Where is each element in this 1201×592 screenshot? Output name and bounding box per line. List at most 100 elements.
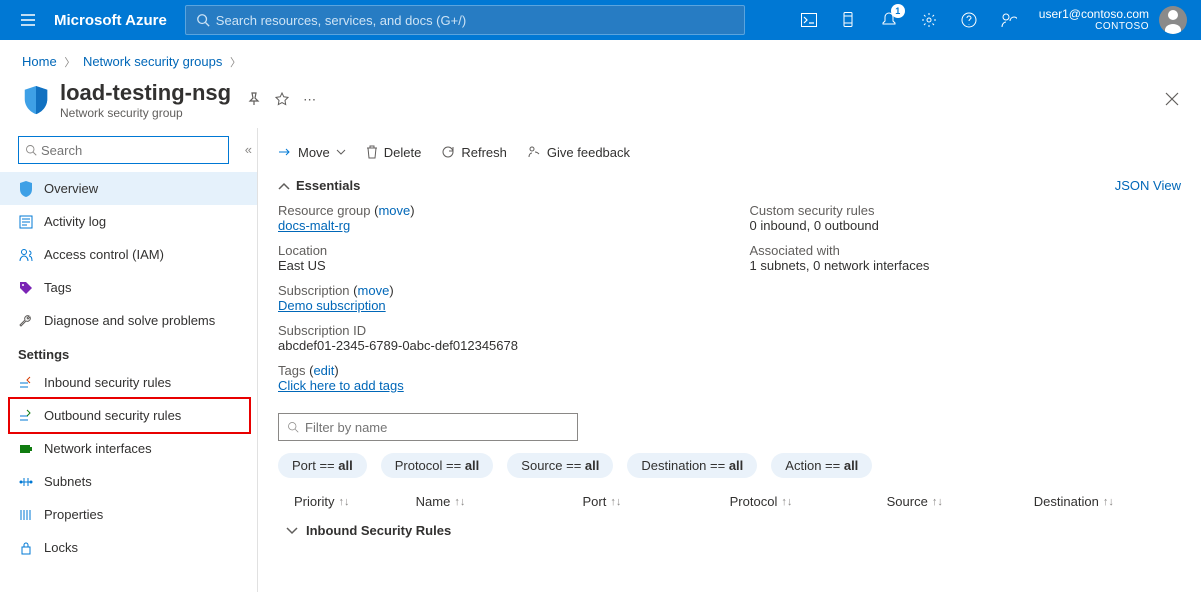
shield-icon	[22, 85, 50, 115]
rules-section-inbound[interactable]: Inbound Security Rules	[278, 523, 1181, 538]
col-protocol[interactable]: Protocol↑↓	[730, 494, 887, 509]
cloud-shell-icon[interactable]	[789, 0, 829, 40]
essentials-grid: Resource group (move) docs-malt-rg Locat…	[278, 203, 1181, 403]
more-icon[interactable]: ⋯	[303, 92, 316, 108]
table-header: Priority↑↓ Name↑↓ Port↑↓ Protocol↑↓ Sour…	[278, 494, 1181, 509]
tags-value[interactable]: Click here to add tags	[278, 378, 404, 393]
close-icon[interactable]	[1165, 90, 1179, 111]
sidebar-item-label: Access control (IAM)	[44, 247, 164, 262]
sidebar-item-label: Outbound security rules	[44, 408, 181, 423]
essentials-label: Essentials	[296, 178, 360, 193]
global-search-input[interactable]	[216, 13, 734, 28]
chevron-down-icon	[336, 149, 346, 155]
sort-icon: ↑↓	[454, 496, 465, 508]
page-title: load-testing-nsg	[60, 80, 231, 106]
brand-label[interactable]: Microsoft Azure	[54, 12, 167, 29]
settings-icon[interactable]	[909, 0, 949, 40]
properties-icon	[18, 507, 34, 523]
help-icon[interactable]	[949, 0, 989, 40]
breadcrumb: Home 〉 Network security groups 〉	[0, 40, 1201, 76]
avatar[interactable]	[1159, 6, 1187, 34]
pin-icon[interactable]	[247, 92, 261, 109]
notification-badge: 1	[891, 4, 905, 18]
subscription-id-label: Subscription ID	[278, 323, 710, 338]
pill-protocol[interactable]: Protocol == all	[381, 453, 494, 478]
pill-destination[interactable]: Destination == all	[627, 453, 757, 478]
topbar-tools: 1 user1@contoso.com CONTOSO	[789, 0, 1191, 40]
location-label: Location	[278, 243, 710, 258]
global-search[interactable]	[185, 5, 745, 35]
custom-rules-label: Custom security rules	[750, 203, 1182, 218]
sidebar-item-activity-log[interactable]: Activity log	[0, 205, 257, 238]
feedback-icon[interactable]	[989, 0, 1029, 40]
sidebar-section-settings: Settings	[0, 337, 257, 366]
sidebar-item-tags[interactable]: Tags	[0, 271, 257, 304]
feedback-button[interactable]: Give feedback	[527, 145, 630, 160]
star-icon[interactable]	[275, 92, 289, 109]
sort-icon: ↑↓	[781, 496, 792, 508]
menu-icon[interactable]	[10, 12, 46, 28]
sidebar-item-properties[interactable]: Properties	[0, 498, 257, 531]
pill-port[interactable]: Port == all	[278, 453, 367, 478]
col-port[interactable]: Port↑↓	[582, 494, 729, 509]
sidebar-item-outbound-rules[interactable]: Outbound security rules	[18, 399, 245, 432]
sidebar-search[interactable]: «	[18, 136, 229, 164]
essentials-col-right: Custom security rules 0 inbound, 0 outbo…	[750, 203, 1182, 403]
chevron-right-icon: 〉	[230, 57, 241, 69]
subnets-icon	[18, 474, 34, 490]
associated-label: Associated with	[750, 243, 1182, 258]
sidebar-item-iam[interactable]: Access control (IAM)	[0, 238, 257, 271]
directory-icon[interactable]	[829, 0, 869, 40]
page-subtitle: Network security group	[60, 106, 231, 120]
sidebar-item-inbound-rules[interactable]: Inbound security rules	[0, 366, 257, 399]
sidebar-item-subnets[interactable]: Subnets	[0, 465, 257, 498]
col-source[interactable]: Source↑↓	[887, 494, 1034, 509]
breadcrumb-nsg[interactable]: Network security groups	[83, 54, 222, 69]
col-priority[interactable]: Priority↑↓	[278, 494, 416, 509]
collapse-icon[interactable]: «	[245, 142, 252, 157]
sidebar-search-input[interactable]	[41, 143, 222, 158]
refresh-button[interactable]: Refresh	[441, 145, 507, 160]
sort-icon: ↑↓	[932, 496, 943, 508]
cmd-label: Give feedback	[547, 145, 630, 160]
highlight-outbound: Outbound security rules	[8, 397, 251, 434]
filter-input[interactable]	[305, 420, 569, 435]
chevron-down-icon	[286, 523, 298, 538]
move-button[interactable]: Move	[278, 145, 346, 160]
pill-action[interactable]: Action == all	[771, 453, 872, 478]
filter-pills: Port == all Protocol == all Source == al…	[278, 453, 1181, 478]
delete-button[interactable]: Delete	[366, 145, 422, 160]
rules-section-label: Inbound Security Rules	[306, 523, 451, 538]
col-name[interactable]: Name↑↓	[416, 494, 583, 509]
tags-edit-link[interactable]: edit	[313, 363, 334, 378]
pill-source[interactable]: Source == all	[507, 453, 613, 478]
account-block[interactable]: user1@contoso.com CONTOSO	[1029, 8, 1155, 32]
col-destination[interactable]: Destination↑↓	[1034, 494, 1181, 509]
notifications-icon[interactable]: 1	[869, 0, 909, 40]
sidebar-item-network-interfaces[interactable]: Network interfaces	[0, 432, 257, 465]
person-icon	[18, 247, 34, 263]
sidebar-item-overview[interactable]: Overview	[0, 172, 257, 205]
subscription-id-value: abcdef01-2345-6789-0abc-def012345678	[278, 338, 710, 353]
json-view-link[interactable]: JSON View	[1115, 178, 1181, 193]
nic-icon	[18, 441, 34, 457]
sidebar-item-diagnose[interactable]: Diagnose and solve problems	[0, 304, 257, 337]
subscription-value[interactable]: Demo subscription	[278, 298, 386, 313]
sidebar-item-label: Activity log	[44, 214, 106, 229]
header-actions: ⋯	[247, 92, 316, 109]
search-icon	[287, 421, 299, 433]
chevron-up-icon[interactable]	[278, 178, 290, 193]
sidebar-item-locks[interactable]: Locks	[0, 531, 257, 564]
resource-group-move-link[interactable]: move	[378, 203, 410, 218]
subscription-move-link[interactable]: move	[358, 283, 390, 298]
sidebar: « Overview Activity log Access control (…	[0, 128, 258, 592]
account-org: CONTOSO	[1095, 21, 1149, 32]
breadcrumb-home[interactable]: Home	[22, 54, 57, 69]
page-header: load-testing-nsg Network security group …	[0, 76, 1201, 128]
subscription-label: Subscription	[278, 283, 350, 298]
filter-input-wrap[interactable]	[278, 413, 578, 441]
title-block: load-testing-nsg Network security group	[60, 80, 231, 120]
location-value: East US	[278, 258, 710, 273]
resource-group-value[interactable]: docs-malt-rg	[278, 218, 350, 233]
account-email: user1@contoso.com	[1039, 8, 1149, 21]
